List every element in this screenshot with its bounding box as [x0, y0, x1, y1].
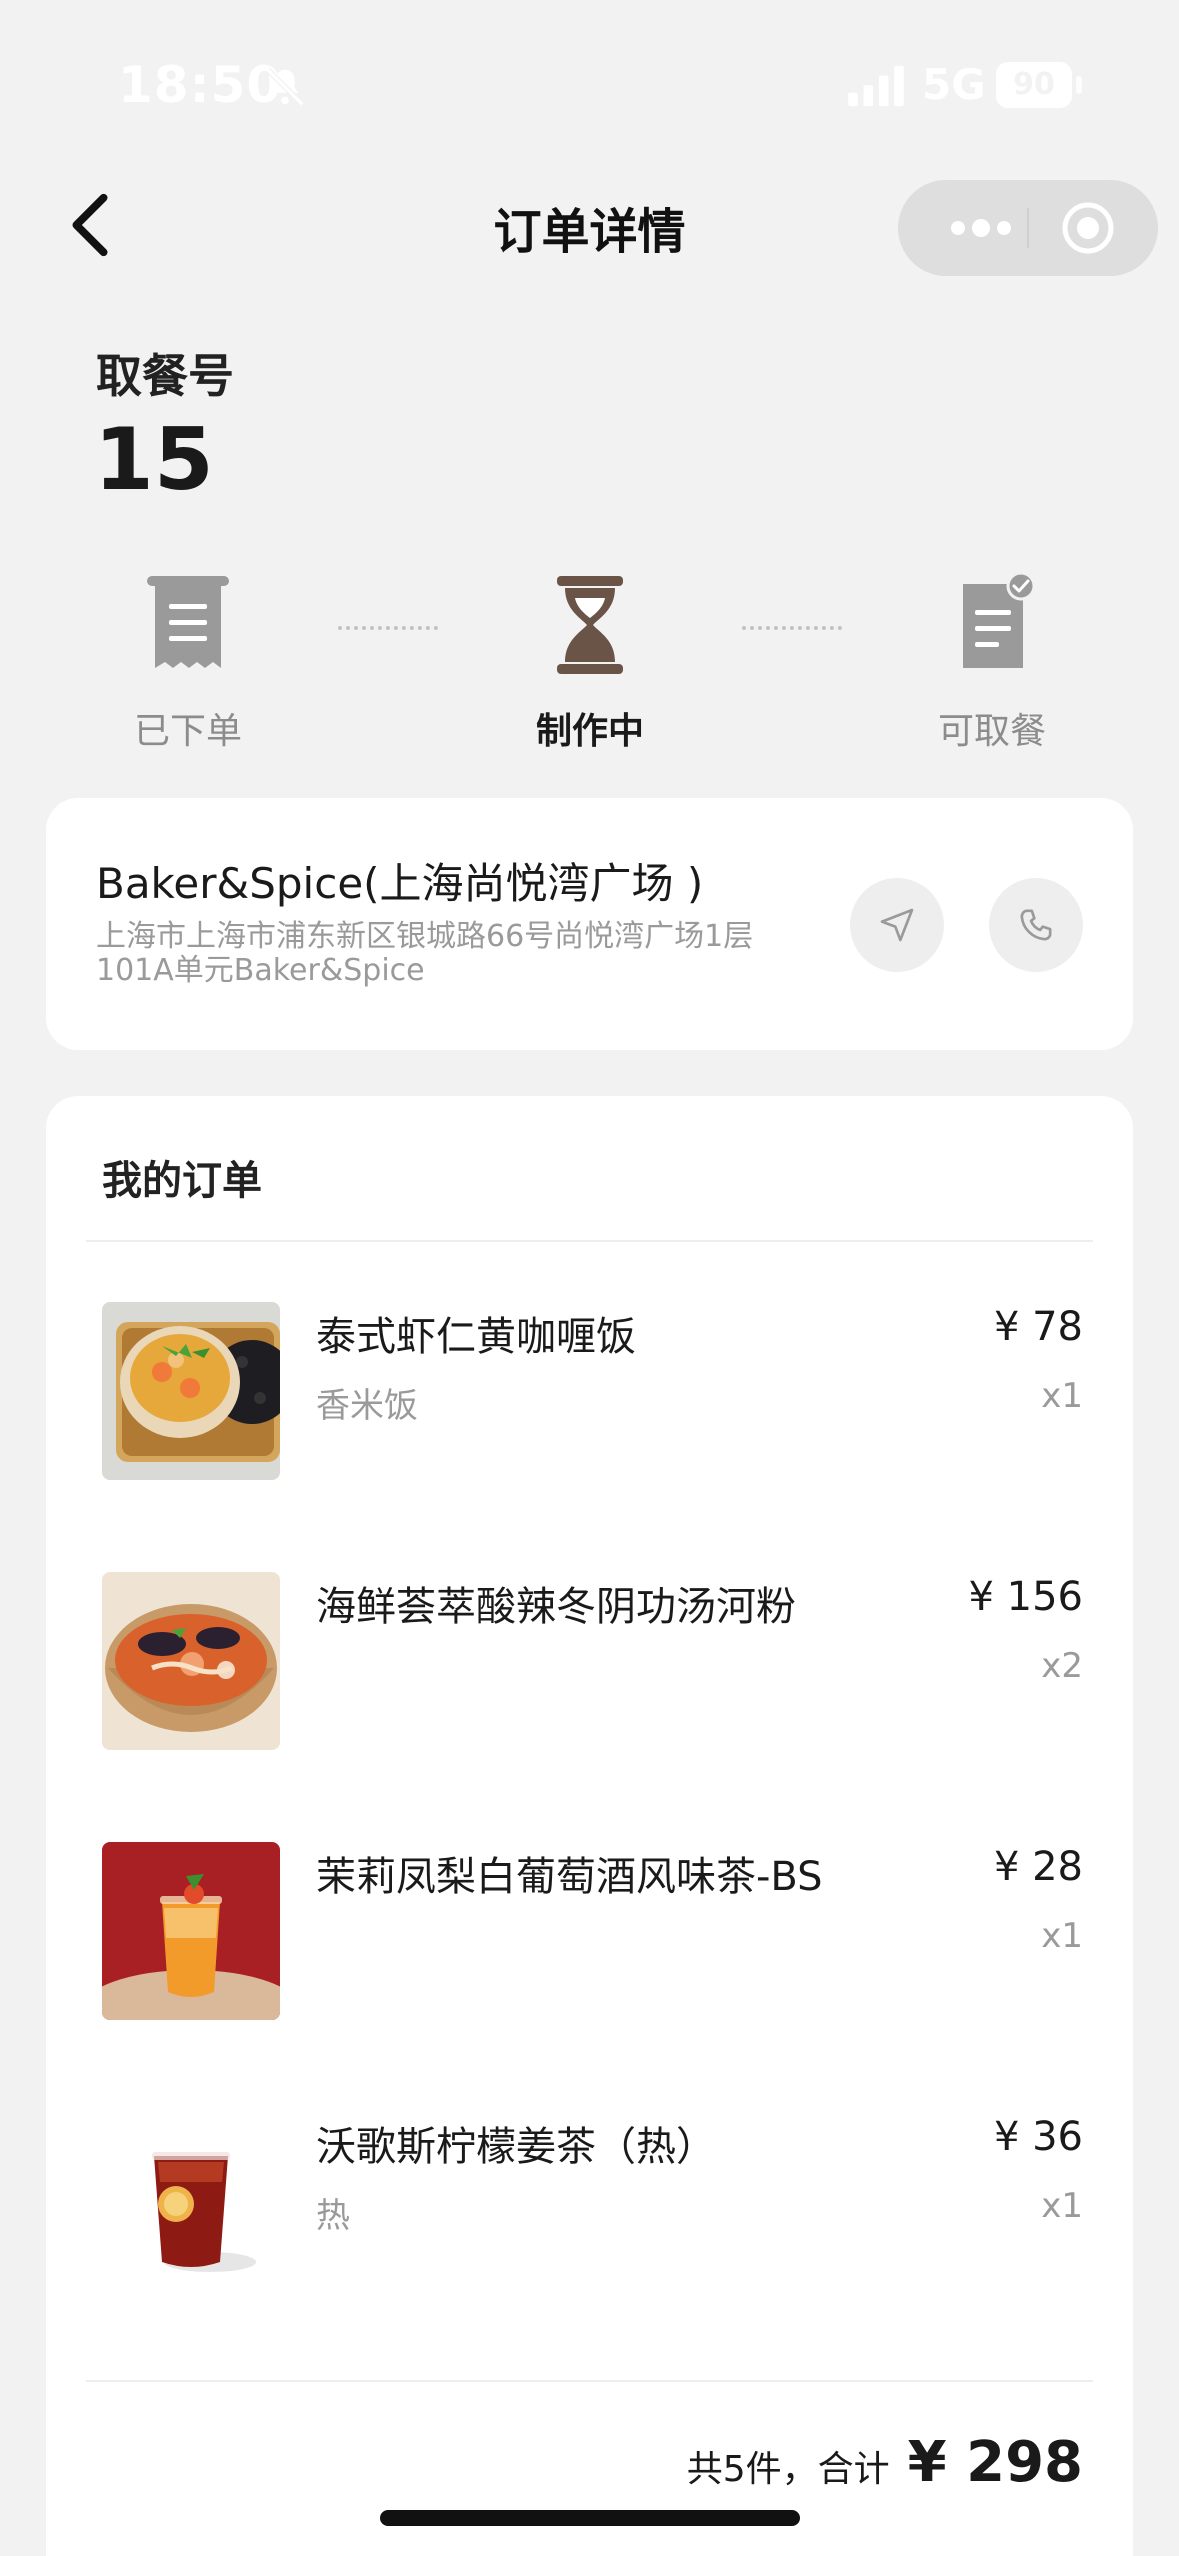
navigate-button[interactable] [850, 878, 944, 972]
step-ready: 可取餐 [872, 570, 1112, 754]
receipt-icon [147, 576, 229, 668]
item-name: 海鲜荟萃酸辣冬阴功汤河粉 [316, 1584, 796, 1630]
item-quantity: x2 [1041, 1646, 1083, 1686]
order-item[interactable]: 海鲜荟萃酸辣冬阴功汤河粉 ¥ 156 x2 [46, 1572, 1133, 1752]
order-card: 我的订单 泰式虾仁黄咖喱饭 香米饭 ¥ 78 x1 海鲜荟萃酸辣冬阴功汤河粉 ¥… [46, 1096, 1133, 2556]
call-button[interactable] [989, 878, 1083, 972]
total-summary: 共5件，合计 [686, 2449, 890, 2490]
order-item[interactable]: 沃歌斯柠檬姜茶（热） 热 ¥ 36 x1 [46, 2112, 1133, 2292]
item-price: ¥ 156 [968, 1574, 1083, 1620]
hourglass-icon [557, 576, 623, 674]
item-name: 茉莉凤梨白葡萄酒风味茶-BS [316, 1854, 823, 1900]
divider [86, 1240, 1093, 1242]
step-preparing: 制作中 [470, 570, 710, 754]
step-label: 制作中 [535, 711, 644, 752]
item-image [102, 1572, 280, 1750]
item-quantity: x1 [1041, 2186, 1083, 2226]
battery-icon: 90 [996, 62, 1072, 108]
order-total: 共5件，合计 ¥ 298 [687, 2430, 1083, 2495]
navigation-arrow-icon [880, 908, 914, 942]
battery-level: 90 [1013, 67, 1055, 102]
signal-icon [848, 65, 904, 107]
total-amount: ¥ 298 [907, 2430, 1083, 2495]
more-icon[interactable] [936, 180, 1026, 276]
item-option: 热 [316, 2196, 350, 2236]
store-name: Baker&Spice(上海尚悦湾广场 ) [96, 859, 704, 908]
item-name: 沃歌斯柠檬姜茶（热） [316, 2124, 716, 2170]
step-label: 已下单 [133, 711, 242, 752]
order-item[interactable]: 泰式虾仁黄咖喱饭 香米饭 ¥ 78 x1 [46, 1302, 1133, 1482]
item-price: ¥ 78 [993, 1304, 1083, 1350]
item-price: ¥ 36 [993, 2114, 1083, 2160]
step-ordered: 已下单 [68, 570, 308, 754]
status-bar: 18:50 5G 90 [0, 0, 1179, 170]
close-miniprogram-icon[interactable] [1060, 200, 1116, 256]
item-quantity: x1 [1041, 1376, 1083, 1416]
battery-tip [1076, 76, 1082, 94]
phone-icon [1020, 909, 1052, 941]
order-item[interactable]: 茉莉凤梨白葡萄酒风味茶-BS ¥ 28 x1 [46, 1842, 1133, 2022]
item-quantity: x1 [1041, 1916, 1083, 1956]
divider [86, 2380, 1093, 2382]
item-image [102, 1842, 280, 2020]
pickup-number: 15 [94, 410, 214, 510]
item-name: 泰式虾仁黄咖喱饭 [316, 1314, 636, 1360]
status-time: 18:50 [118, 56, 283, 114]
bell-muted-icon [265, 67, 305, 107]
step-label: 可取餐 [937, 711, 1046, 752]
item-image [102, 2112, 280, 2290]
item-price: ¥ 28 [993, 1844, 1083, 1890]
store-card: Baker&Spice(上海尚悦湾广场 ) 上海市上海市浦东新区银城路66号尚悦… [46, 798, 1133, 1050]
miniprogram-capsule [898, 180, 1158, 276]
pickup-label: 取餐号 [96, 349, 234, 403]
item-option: 香米饭 [316, 1386, 418, 1426]
capsule-divider [1027, 208, 1029, 248]
step-connector [742, 626, 842, 630]
order-title: 我的订单 [102, 1158, 262, 1204]
checked-document-icon [963, 571, 1036, 668]
network-type: 5G [922, 60, 986, 109]
step-connector [338, 626, 438, 630]
item-image [102, 1302, 280, 1480]
home-indicator[interactable] [380, 2510, 800, 2526]
store-address: 上海市上海市浦东新区银城路66号尚悦湾广场1层101A单元Baker&Spice [96, 919, 754, 988]
